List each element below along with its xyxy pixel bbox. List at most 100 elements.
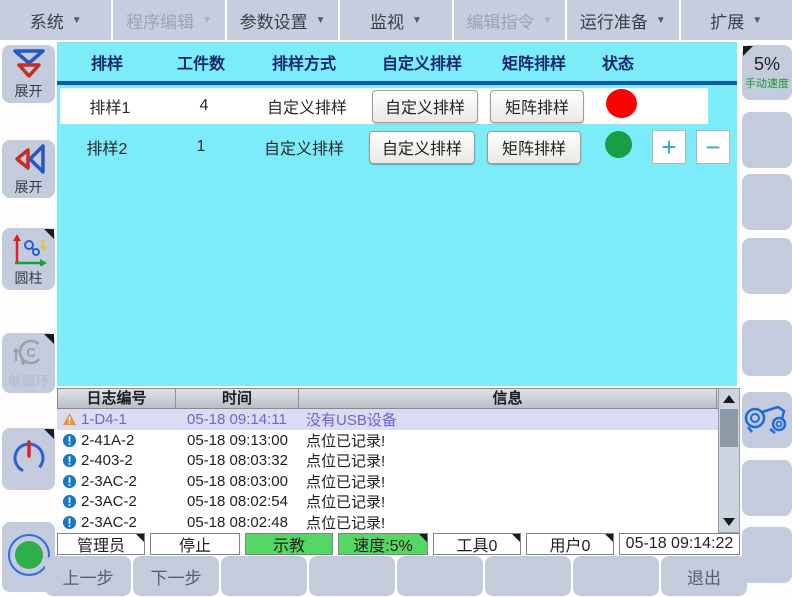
corner-marker-icon (44, 229, 54, 239)
corner-marker-icon (136, 534, 144, 542)
menu-parameter-settings[interactable]: 参数设置 ▼ (227, 0, 338, 40)
empty-button[interactable] (573, 556, 659, 596)
log-row[interactable]: 2-403-2 05-18 08:03:32 点位已记录! (57, 450, 740, 471)
chevron-down-icon: ▼ (542, 15, 552, 26)
log-time: 05-18 09:14:11 (175, 411, 298, 428)
log-id: 2-403-2 (79, 452, 175, 469)
datetime-display: 05-18 09:14:22 (619, 533, 740, 555)
menu-system[interactable]: 系统 ▼ (0, 0, 111, 40)
info-icon (62, 515, 77, 530)
chevron-down-icon: ▼ (202, 15, 212, 26)
table-row[interactable]: 排样2 1 自定义排样 自定义排样 矩阵排样 + − (57, 129, 737, 165)
robot-teach-pendant-screen: 系统 ▼ 程序编辑 ▼ 参数设置 ▼ 监视 ▼ 编辑指令 ▼ 运行准备 ▼ 扩展… (0, 0, 792, 597)
tool-selector-button[interactable]: 工具0 (433, 533, 521, 555)
menu-expand[interactable]: 扩展 ▼ (681, 0, 792, 40)
custom-layout-button[interactable]: 自定义排样 (372, 90, 478, 123)
user-frame-label: 用户0 (550, 532, 591, 556)
robot-jog-button[interactable] (742, 392, 792, 448)
col-header-layout: 排样 (57, 50, 157, 74)
log-row[interactable]: 2-3AC-2 05-18 08:02:54 点位已记录! (57, 491, 740, 512)
matrix-layout-button[interactable]: 矩阵排样 (487, 131, 581, 164)
chevron-down-icon: ▼ (316, 15, 326, 26)
menu-edit-instructions: 编辑指令 ▼ (454, 0, 565, 40)
log-id: 2-3AC-2 (79, 493, 175, 510)
warning-icon (62, 412, 77, 427)
row-name: 排样1 (60, 94, 160, 118)
log-scrollbar[interactable] (718, 388, 740, 533)
layout-table-panel: 排样 工件数 排样方式 自定义排样 矩阵排样 状态 排样1 4 自定义排样 自定… (57, 42, 737, 386)
col-header-status: 状态 (587, 50, 649, 74)
menu-program-edit-label: 程序编辑 (126, 8, 194, 33)
log-table-header: 日志编号 时间 信息 (57, 388, 740, 409)
row-count: 1 (157, 138, 245, 156)
log-id: 1-D4-1 (79, 411, 175, 428)
scroll-down-icon[interactable] (723, 518, 735, 526)
log-id: 2-3AC-2 (79, 473, 175, 490)
empty-side-button[interactable] (742, 238, 792, 294)
chevrons-down-icon (11, 49, 47, 84)
log-row[interactable]: 2-3AC-2 05-18 08:03:00 点位已记录! (57, 471, 740, 492)
menu-monitor[interactable]: 监视 ▼ (340, 0, 451, 40)
chevrons-left-icon (12, 143, 46, 180)
scroll-up-icon[interactable] (723, 395, 735, 403)
log-row[interactable]: 2-41A-2 05-18 09:13:00 点位已记录! (57, 430, 740, 451)
custom-layout-button[interactable]: 自定义排样 (369, 131, 475, 164)
power-icon (9, 437, 49, 482)
empty-button[interactable] (309, 556, 395, 596)
log-time: 05-18 08:02:54 (175, 493, 298, 510)
log-row[interactable]: 1-D4-1 05-18 09:14:11 没有USB设备 (57, 409, 740, 430)
user-role-button[interactable]: 管理员 (57, 533, 145, 555)
manual-speed-button[interactable]: 5% 手动速度 (742, 45, 792, 100)
bottom-button-bar: 上一步 下一步 退出 (45, 556, 747, 596)
speed-indicator-button[interactable]: 速度:5% (338, 533, 428, 555)
next-step-button[interactable]: 下一步 (133, 556, 219, 596)
log-id: 2-3AC-2 (79, 514, 175, 531)
log-panel: 日志编号 时间 信息 1-D4-1 05-18 09:14:11 没有USB设备… (57, 388, 740, 533)
empty-side-button[interactable] (742, 320, 792, 376)
log-message: 点位已记录! (298, 430, 740, 451)
scrollbar-thumb[interactable] (720, 409, 738, 447)
table-row[interactable]: 排样1 4 自定义排样 自定义排样 矩阵排样 (60, 88, 708, 124)
empty-side-button[interactable] (742, 174, 792, 230)
corner-marker-icon (44, 429, 54, 439)
previous-step-button[interactable]: 上一步 (45, 556, 131, 596)
empty-button[interactable] (397, 556, 483, 596)
add-row-button[interactable]: + (652, 130, 686, 164)
expand-down-button[interactable]: 展开 (2, 45, 55, 103)
log-time: 05-18 09:13:00 (175, 432, 298, 449)
datetime-label: 05-18 09:14:22 (626, 535, 734, 553)
empty-button[interactable] (221, 556, 307, 596)
info-icon (62, 433, 77, 448)
single-cycle-label: 单循环 (8, 374, 50, 389)
menu-run-preparation[interactable]: 运行准备 ▼ (567, 0, 678, 40)
info-icon (62, 494, 77, 509)
col-header-layout-mode: 排样方式 (245, 50, 363, 74)
exit-button[interactable]: 退出 (661, 556, 747, 596)
empty-side-button[interactable] (742, 527, 792, 583)
user-frame-button[interactable]: 用户0 (526, 533, 614, 555)
layout-table-header: 排样 工件数 排样方式 自定义排样 矩阵排样 状态 (57, 42, 737, 85)
corner-marker-icon (44, 334, 54, 344)
robot-axes-icon (9, 232, 49, 271)
empty-side-button[interactable] (742, 460, 792, 516)
user-role-label: 管理员 (77, 532, 125, 556)
mode-label: 示教 (273, 532, 305, 556)
matrix-layout-button[interactable]: 矩阵排样 (490, 90, 584, 123)
status-red-dot (606, 89, 637, 118)
single-cycle-button: C 单循环 (2, 333, 55, 393)
menu-parameter-settings-label: 参数设置 (240, 8, 308, 33)
tool-label: 工具0 (457, 532, 498, 556)
chevron-down-icon: ▼ (656, 15, 666, 26)
chevron-down-icon: ▼ (752, 15, 762, 26)
cylinder-coord-button[interactable]: 圆柱 (2, 228, 55, 290)
log-row[interactable]: 2-3AC-2 05-18 08:02:48 点位已记录! (57, 512, 740, 533)
single-cycle-icon: C (11, 337, 47, 374)
menu-program-edit: 程序编辑 ▼ (113, 0, 224, 40)
col-header-custom-layout: 自定义排样 (363, 50, 481, 74)
empty-button[interactable] (485, 556, 571, 596)
remove-row-button[interactable]: − (696, 130, 730, 164)
expand-left-button[interactable]: 展开 (2, 140, 55, 198)
power-button[interactable] (2, 428, 55, 490)
empty-side-button[interactable] (742, 112, 792, 168)
corner-marker-icon (512, 534, 520, 542)
